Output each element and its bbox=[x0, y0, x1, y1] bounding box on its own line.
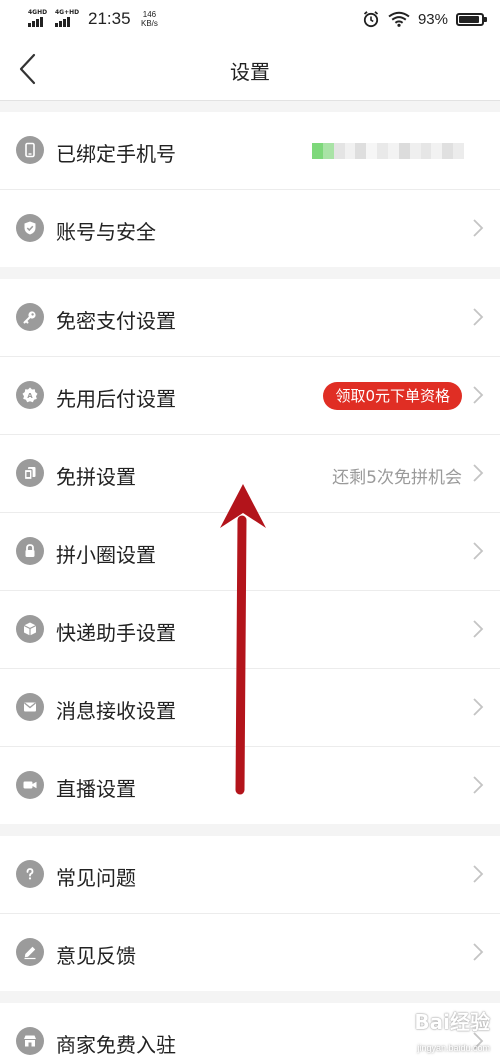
row-account-security[interactable]: 账号与安全 bbox=[0, 190, 500, 267]
row-password-free-payment[interactable]: 免密支付设置 bbox=[0, 279, 500, 357]
chevron-right-icon bbox=[473, 464, 484, 482]
watermark-url: jingyan.baidu.com bbox=[417, 1043, 490, 1053]
sim2-label: 4G+HD bbox=[55, 9, 80, 16]
row-label: 消息接收设置 bbox=[56, 699, 176, 723]
wifi-icon bbox=[388, 11, 410, 27]
battery-icon bbox=[456, 12, 487, 26]
alarm-clock-icon bbox=[363, 11, 379, 28]
badge-icon: A bbox=[16, 381, 44, 409]
watermark-brand: Bai经验 bbox=[414, 1010, 490, 1034]
chevron-right-icon bbox=[473, 620, 484, 638]
paw-icon bbox=[393, 1012, 410, 1030]
page-title: 设置 bbox=[230, 60, 270, 84]
network-speed: 146 KB/s bbox=[141, 10, 158, 28]
row-label: 商家免费入驻 bbox=[56, 1033, 176, 1057]
row-label: 直播设置 bbox=[56, 777, 136, 801]
lock-icon bbox=[16, 537, 44, 565]
promo-badge[interactable]: 领取0元下单资格 bbox=[323, 382, 462, 410]
nav-bar: 设置 bbox=[0, 38, 500, 101]
chevron-right-icon bbox=[473, 865, 484, 883]
preferences-group: 免密支付设置 A 先用后付设置 领取0元下单资格 免拼设置 还剩5次免拼机会 拼… bbox=[0, 279, 500, 824]
battery-fill bbox=[459, 15, 480, 23]
row-live-settings[interactable]: 直播设置 bbox=[0, 747, 500, 824]
row-label: 免密支付设置 bbox=[56, 309, 176, 333]
row-delivery-assistant[interactable]: 快递助手设置 bbox=[0, 591, 500, 669]
chevron-right-icon bbox=[473, 943, 484, 961]
chevron-right-icon bbox=[473, 776, 484, 794]
row-label: 先用后付设置 bbox=[56, 387, 176, 411]
row-label: 快递助手设置 bbox=[56, 621, 176, 645]
chevron-right-icon bbox=[473, 308, 484, 326]
row-label: 账号与安全 bbox=[56, 220, 156, 244]
shield-icon bbox=[16, 214, 44, 242]
row-bound-phone[interactable]: 已绑定手机号 bbox=[0, 112, 500, 190]
sim1-signal-icon: 4GHD bbox=[28, 9, 47, 27]
remaining-hint: 还剩5次免拼机会 bbox=[332, 468, 462, 488]
row-pay-later[interactable]: A 先用后付设置 领取0元下单资格 bbox=[0, 357, 500, 435]
mail-icon bbox=[16, 693, 44, 721]
status-time: 21:35 bbox=[88, 9, 131, 28]
status-right-group: 93% bbox=[362, 9, 487, 29]
chevron-right-icon bbox=[473, 219, 484, 237]
package-icon bbox=[16, 615, 44, 643]
chevron-right-icon bbox=[473, 542, 484, 560]
row-message-settings[interactable]: 消息接收设置 bbox=[0, 669, 500, 747]
chevron-right-icon bbox=[473, 698, 484, 716]
watermark-logo: Bai经验 bbox=[390, 1006, 490, 1035]
key-icon bbox=[16, 303, 44, 331]
network-speed-value: 146 bbox=[142, 10, 157, 19]
account-group: 已绑定手机号 账号与安全 bbox=[0, 112, 500, 267]
question-icon bbox=[16, 860, 44, 888]
battery-percent: 93% bbox=[417, 10, 448, 28]
row-label: 意见反馈 bbox=[56, 944, 136, 968]
svg-text:A: A bbox=[27, 392, 33, 400]
network-speed-unit: KB/s bbox=[141, 19, 158, 28]
sim2-signal-icon: 4G+HD bbox=[55, 9, 79, 27]
row-faq[interactable]: 常见问题 bbox=[0, 836, 500, 914]
row-label: 已绑定手机号 bbox=[56, 142, 176, 166]
pencil-icon bbox=[16, 938, 44, 966]
row-group-buy-exempt[interactable]: 免拼设置 还剩5次免拼机会 bbox=[0, 435, 500, 513]
row-label: 拼小圈设置 bbox=[56, 543, 156, 567]
store-icon bbox=[16, 1027, 44, 1055]
chevron-right-icon bbox=[473, 386, 484, 404]
sim1-label: 4GHD bbox=[28, 9, 48, 16]
row-label: 常见问题 bbox=[56, 866, 136, 890]
row-label: 免拼设置 bbox=[56, 465, 136, 489]
phone-icon bbox=[16, 136, 44, 164]
row-feedback[interactable]: 意见反馈 bbox=[0, 914, 500, 991]
video-camera-icon bbox=[16, 771, 44, 799]
help-group: 常见问题 意见反馈 bbox=[0, 836, 500, 991]
cards-icon bbox=[16, 459, 44, 487]
status-bar: 4GHD 4G+HD 21:35 146 KB/s 93% bbox=[0, 0, 500, 38]
row-pin-circle[interactable]: 拼小圈设置 bbox=[0, 513, 500, 591]
settings-screen: 4GHD 4G+HD 21:35 146 KB/s 93% 设置 已绑定手机号 … bbox=[0, 0, 500, 1057]
masked-phone-number bbox=[312, 143, 465, 159]
